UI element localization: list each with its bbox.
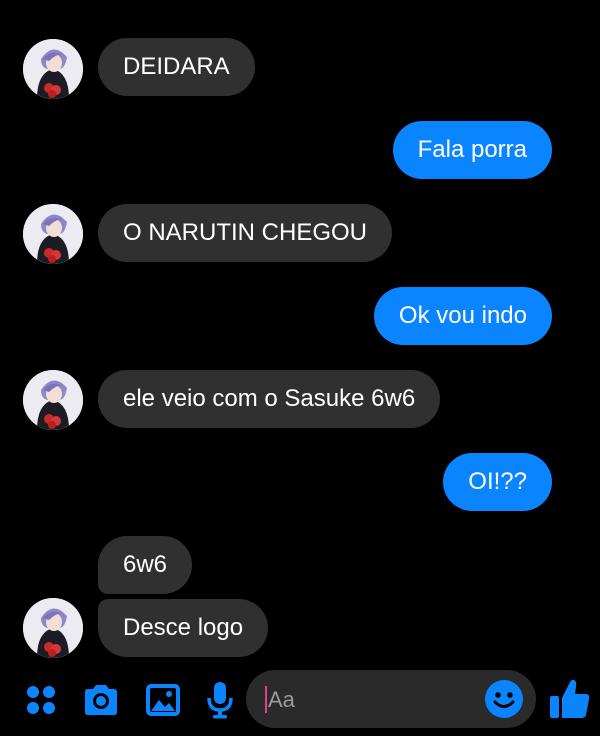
- contact-avatar[interactable]: [23, 598, 83, 658]
- message-bubble-incoming[interactable]: 6w6: [98, 536, 193, 594]
- message-bubble-outgoing[interactable]: Fala porra: [392, 121, 552, 179]
- contact-avatar[interactable]: [23, 204, 83, 264]
- message-input[interactable]: Aa: [246, 670, 536, 728]
- message-bubble-incoming[interactable]: Desce logo: [98, 599, 269, 657]
- message-bubble-incoming[interactable]: DEIDARA: [98, 38, 255, 96]
- message-text: Ok vou indo: [398, 302, 527, 329]
- contact-avatar[interactable]: [23, 39, 83, 99]
- like-icon[interactable]: [546, 674, 594, 724]
- contact-avatar[interactable]: [23, 370, 83, 430]
- message-text: OI!??: [468, 468, 527, 495]
- composer-bar: Aa: [0, 664, 600, 736]
- avatar-image: [23, 598, 83, 658]
- message-text: DEIDARA: [123, 53, 230, 80]
- message-text: O NARUTIN CHEGOU: [123, 219, 368, 246]
- menu-dots-icon[interactable]: [19, 678, 63, 722]
- text-caret: [265, 686, 267, 713]
- message-bubble-outgoing[interactable]: Ok vou indo: [373, 287, 552, 345]
- message-bubble-incoming[interactable]: O NARUTIN CHEGOU: [98, 204, 393, 262]
- message-text: 6w6: [123, 551, 168, 578]
- avatar-image: [23, 370, 83, 430]
- image-icon[interactable]: [141, 678, 185, 722]
- message-bubble-outgoing[interactable]: OI!??: [443, 453, 552, 511]
- emoji-icon[interactable]: [484, 679, 524, 719]
- message-text: ele veio com o Sasuke 6w6: [123, 385, 416, 412]
- message-text: Fala porra: [417, 136, 527, 163]
- avatar-image: [23, 39, 83, 99]
- message-text: Desce logo: [123, 614, 244, 641]
- microphone-icon[interactable]: [198, 678, 242, 722]
- message-input-placeholder: Aa: [268, 687, 295, 712]
- camera-icon[interactable]: [79, 678, 123, 722]
- message-bubble-incoming[interactable]: ele veio com o Sasuke 6w6: [98, 370, 441, 428]
- avatar-image: [23, 204, 83, 264]
